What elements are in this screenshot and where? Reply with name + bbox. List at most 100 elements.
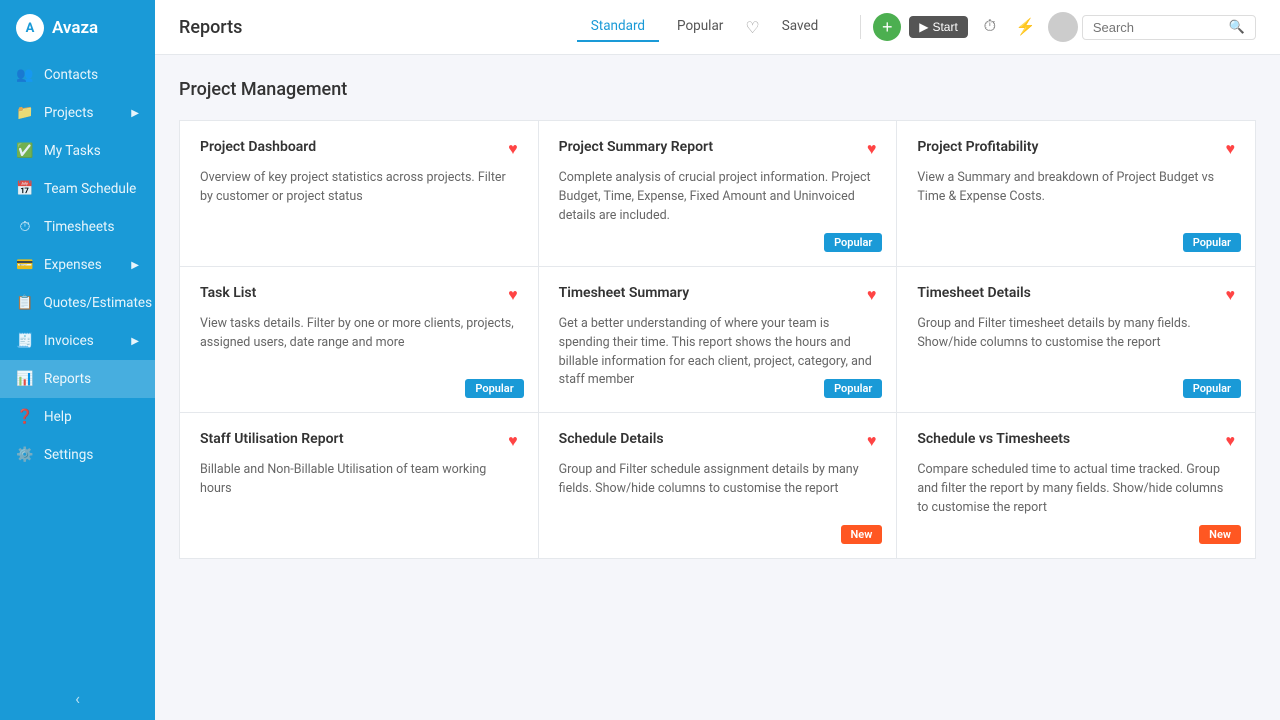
card-staff-utilisation-report[interactable]: Staff Utilisation Report ♥ Billable and … [180, 413, 538, 558]
tab-saved[interactable]: Saved [768, 12, 833, 42]
projects-icon: 📁 [16, 105, 34, 121]
arrow-icon: ▶ [131, 108, 139, 119]
card-timesheet-summary[interactable]: Timesheet Summary ♥ Get a better underst… [539, 267, 897, 412]
card-project-summary-report[interactable]: Project Summary Report ♥ Complete analys… [539, 121, 897, 266]
favorites-heart-icon[interactable]: ♡ [741, 12, 763, 43]
card-header-schedule-details: Schedule Details ♥ [559, 431, 877, 451]
main-content: Project Management Project Dashboard ♥ O… [155, 55, 1280, 720]
card-heart-project-dashboard[interactable]: ♥ [508, 139, 518, 159]
sidebar-nav: 👥 Contacts 📁 Projects ▶ ✅ My Tasks 📅 Tea… [0, 56, 155, 677]
sidebar-item-team-schedule[interactable]: 📅 Team Schedule [0, 170, 155, 208]
card-desc-schedule-vs-timesheets: Compare scheduled time to actual time tr… [917, 461, 1235, 517]
arrow-icon: ▶ [131, 336, 139, 347]
sidebar-collapse-button[interactable]: ‹ [0, 677, 155, 720]
card-title-timesheet-details: Timesheet Details [917, 285, 1031, 301]
sidebar-item-invoices[interactable]: 🧾 Invoices ▶ [0, 322, 155, 360]
sidebar-label-reports: Reports [44, 371, 91, 387]
card-timesheet-details[interactable]: Timesheet Details ♥ Group and Filter tim… [897, 267, 1255, 412]
search-box: 🔍 [1082, 15, 1256, 40]
card-heart-staff-utilisation-report[interactable]: ♥ [508, 431, 518, 451]
card-header-timesheet-details: Timesheet Details ♥ [917, 285, 1235, 305]
sidebar-item-help[interactable]: ❓ Help [0, 398, 155, 436]
popular-badge: Popular [465, 379, 523, 398]
play-icon: ▶ [919, 20, 928, 34]
quotes-icon: 📋 [16, 295, 33, 311]
sidebar: A Avaza 👥 Contacts 📁 Projects ▶ ✅ My Tas… [0, 0, 155, 720]
card-title-project-summary-report: Project Summary Report [559, 139, 713, 155]
sidebar-label-my-tasks: My Tasks [44, 143, 101, 159]
card-schedule-details[interactable]: Schedule Details ♥ Group and Filter sche… [539, 413, 897, 558]
card-header-project-summary-report: Project Summary Report ♥ [559, 139, 877, 159]
sidebar-label-expenses: Expenses [44, 257, 102, 273]
timesheets-icon: ⏱ [16, 219, 34, 235]
reports-grid: Project Dashboard ♥ Overview of key proj… [179, 120, 1256, 559]
card-desc-staff-utilisation-report: Billable and Non-Billable Utilisation of… [200, 461, 518, 499]
search-input[interactable] [1093, 20, 1223, 35]
sidebar-item-reports[interactable]: 📊 Reports [0, 360, 155, 398]
reports-icon: 📊 [16, 371, 34, 387]
card-heart-timesheet-details[interactable]: ♥ [1225, 285, 1235, 305]
card-header-project-profitability: Project Profitability ♥ [917, 139, 1235, 159]
card-heart-task-list[interactable]: ♥ [508, 285, 518, 305]
card-heart-schedule-vs-timesheets[interactable]: ♥ [1225, 431, 1235, 451]
sidebar-item-settings[interactable]: ⚙️ Settings [0, 436, 155, 474]
card-title-project-profitability: Project Profitability [917, 139, 1038, 155]
card-title-project-dashboard: Project Dashboard [200, 139, 316, 155]
card-task-list[interactable]: Task List ♥ View tasks details. Filter b… [180, 267, 538, 412]
card-project-dashboard[interactable]: Project Dashboard ♥ Overview of key proj… [180, 121, 538, 266]
sidebar-label-invoices: Invoices [44, 333, 94, 349]
app-logo[interactable]: A Avaza [0, 0, 155, 56]
card-title-schedule-details: Schedule Details [559, 431, 664, 447]
card-title-task-list: Task List [200, 285, 256, 301]
card-desc-project-summary-report: Complete analysis of crucial project inf… [559, 169, 877, 225]
expenses-icon: 💳 [16, 257, 34, 273]
popular-badge: Popular [1183, 379, 1241, 398]
sidebar-item-expenses[interactable]: 💳 Expenses ▶ [0, 246, 155, 284]
popular-badge: Popular [824, 233, 882, 252]
header-actions: + ▶ Start ⏱ ⚡ [873, 12, 1078, 42]
sidebar-item-contacts[interactable]: 👥 Contacts [0, 56, 155, 94]
card-header-task-list: Task List ♥ [200, 285, 518, 305]
card-heart-project-summary-report[interactable]: ♥ [867, 139, 877, 159]
tab-standard[interactable]: Standard [577, 12, 659, 42]
new-badge: New [841, 525, 883, 544]
help-icon: ❓ [16, 409, 34, 425]
page-header: Reports StandardPopular♡Saved + ▶ Start … [155, 0, 1280, 55]
sidebar-item-quotes[interactable]: 📋 Quotes/Estimates [0, 284, 155, 322]
card-heart-project-profitability[interactable]: ♥ [1225, 139, 1235, 159]
sidebar-label-contacts: Contacts [44, 67, 98, 83]
card-heart-schedule-details[interactable]: ♥ [867, 431, 877, 451]
tab-popular[interactable]: Popular [663, 12, 737, 42]
user-avatar[interactable] [1048, 12, 1078, 42]
card-desc-project-dashboard: Overview of key project statistics acros… [200, 169, 518, 207]
card-header-timesheet-summary: Timesheet Summary ♥ [559, 285, 877, 305]
card-project-profitability[interactable]: Project Profitability ♥ View a Summary a… [897, 121, 1255, 266]
contacts-icon: 👥 [16, 67, 34, 83]
page-title: Reports [179, 17, 577, 38]
card-schedule-vs-timesheets[interactable]: Schedule vs Timesheets ♥ Compare schedul… [897, 413, 1255, 558]
lightning-button[interactable]: ⚡ [1012, 13, 1040, 41]
settings-icon: ⚙️ [16, 447, 34, 463]
sidebar-item-timesheets[interactable]: ⏱ Timesheets [0, 208, 155, 246]
card-desc-project-profitability: View a Summary and breakdown of Project … [917, 169, 1235, 207]
popular-badge: Popular [1183, 233, 1241, 252]
sidebar-label-projects: Projects [44, 105, 94, 121]
sidebar-item-my-tasks[interactable]: ✅ My Tasks [0, 132, 155, 170]
start-timer-button[interactable]: ▶ Start [909, 16, 968, 38]
header-divider [860, 15, 861, 39]
sidebar-item-projects[interactable]: 📁 Projects ▶ [0, 94, 155, 132]
card-desc-task-list: View tasks details. Filter by one or mor… [200, 315, 518, 353]
timer-clock-button[interactable]: ⏱ [976, 13, 1004, 41]
new-badge: New [1199, 525, 1241, 544]
add-button[interactable]: + [873, 13, 901, 41]
arrow-icon: ▶ [131, 260, 139, 271]
app-name: Avaza [52, 18, 98, 38]
sidebar-label-team-schedule: Team Schedule [44, 181, 136, 197]
logo-icon: A [16, 14, 44, 42]
team-schedule-icon: 📅 [16, 181, 34, 197]
sidebar-label-settings: Settings [44, 447, 93, 463]
card-heart-timesheet-summary[interactable]: ♥ [867, 285, 877, 305]
card-title-timesheet-summary: Timesheet Summary [559, 285, 690, 301]
card-desc-schedule-details: Group and Filter schedule assignment det… [559, 461, 877, 499]
card-header-schedule-vs-timesheets: Schedule vs Timesheets ♥ [917, 431, 1235, 451]
